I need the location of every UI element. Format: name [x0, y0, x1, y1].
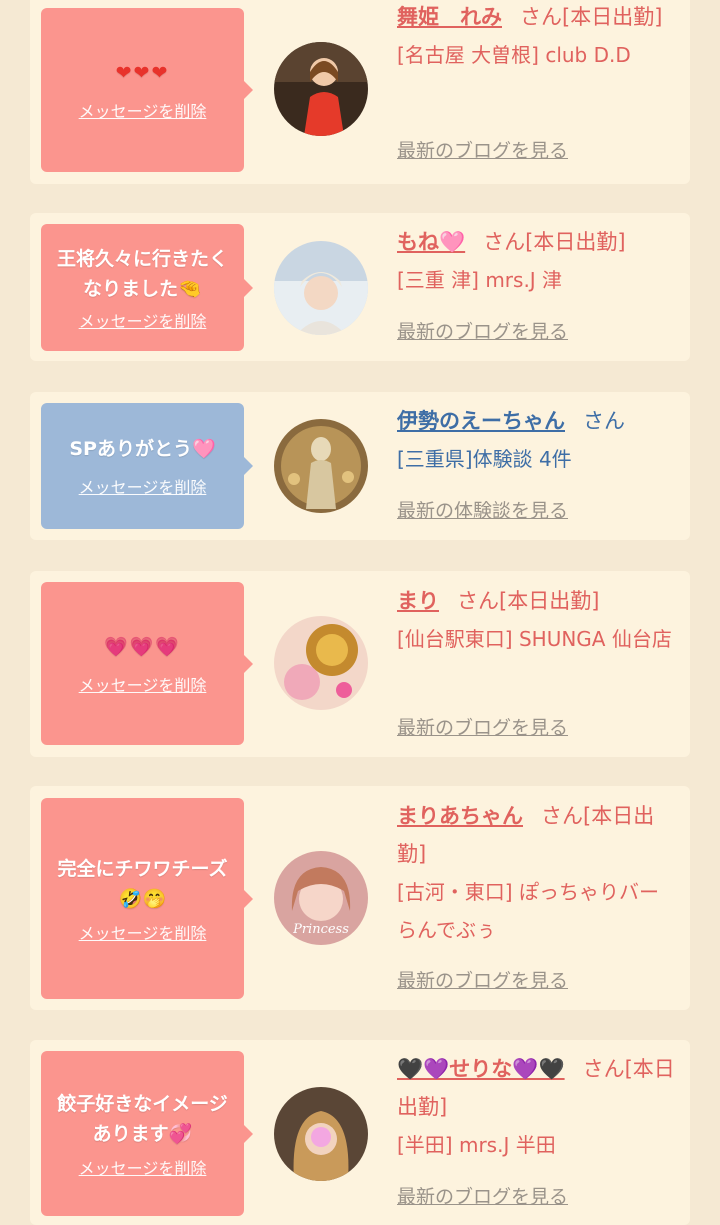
sender-status: さん[本日出勤]: [457, 589, 600, 613]
message-bubble: SPありがとう🩷 メッセージを削除: [41, 403, 253, 529]
delete-message-link[interactable]: メッセージを削除: [79, 308, 207, 332]
avatar[interactable]: [274, 616, 368, 710]
message-card: 王将久々に行きたくなりました🤏 メッセージを削除 もね🩷 さん[本日出勤] [三重…: [30, 213, 690, 361]
sender-name-link[interactable]: まり: [397, 589, 439, 613]
message-card: 完全にチワワチーズ🤣🤭 メッセージを削除 Princess まりあちゃん さん[本…: [30, 786, 690, 1010]
delete-message-link[interactable]: メッセージを削除: [79, 920, 207, 944]
shop-name: [名古屋 大曽根] club D.D: [397, 43, 631, 67]
shop-name: [三重県]体験談 4件: [397, 447, 572, 471]
message-text: SPありがとう🩷: [69, 438, 216, 460]
sender-name-link[interactable]: 🖤💜せりな💜🖤: [397, 1057, 565, 1081]
avatar[interactable]: [274, 1087, 368, 1181]
message-card: ❤❤❤ メッセージを削除 舞姫 れみ さん[本日出勤] [名古屋 大曽根] clu…: [30, 0, 690, 184]
message-card: SPありがとう🩷 メッセージを削除 伊勢のえーちゃん さん [三重県]体験談 4件…: [30, 392, 690, 540]
sender-info: 伊勢のえーちゃん さん [三重県]体験談 4件 最新の体験談を見る: [397, 402, 682, 522]
message-bubble: ❤❤❤ メッセージを削除: [41, 8, 253, 172]
message-text: ❤❤❤: [115, 62, 170, 84]
latest-blog-link[interactable]: 最新のブログを見る: [397, 136, 568, 163]
svg-text:Princess: Princess: [292, 922, 349, 937]
sender-info: まりあちゃん さん[本日出勤] [古河・東口] ぽっちゃりバー らんでぶぅ 最新の…: [397, 797, 682, 992]
sender-status: さん[本日出勤]: [520, 5, 663, 29]
message-text: 餃子好きなイメージあります💞: [57, 1092, 228, 1145]
message-bubble: 餃子好きなイメージあります💞 メッセージを削除: [41, 1051, 253, 1216]
sender-info: 🖤💜せりな💜🖤 さん[本日出勤] [半田] mrs.J 半田 最新のブログを見る: [397, 1050, 682, 1208]
shop-name: [三重 津] mrs.J 津: [397, 268, 563, 292]
message-card: 餃子好きなイメージあります💞 メッセージを削除 🖤💜せりな💜🖤 さん[本日出勤] …: [30, 1040, 690, 1225]
sender-name-link[interactable]: 伊勢のえーちゃん: [397, 409, 565, 433]
shop-name: [古河・東口] ぽっちゃりバー らんでぶぅ: [397, 880, 659, 942]
message-text: 完全にチワワチーズ🤣🤭: [57, 857, 228, 910]
latest-blog-link[interactable]: 最新のブログを見る: [397, 1182, 568, 1209]
sender-info: まり さん[本日出勤] [仙台駅東口] SHUNGA 仙台店 最新のブログを見る: [397, 582, 682, 739]
message-text: 王将久々に行きたくなりました🤏: [56, 247, 228, 300]
delete-message-link[interactable]: メッセージを削除: [79, 1155, 207, 1179]
delete-message-link[interactable]: メッセージを削除: [79, 98, 207, 122]
latest-blog-link[interactable]: 最新のブログを見る: [397, 713, 568, 740]
sender-status: さん[本日出勤]: [483, 230, 626, 254]
shop-name: [仙台駅東口] SHUNGA 仙台店: [397, 627, 672, 651]
avatar[interactable]: [274, 42, 368, 136]
message-text: 💗💗💗: [104, 635, 181, 658]
message-bubble: 💗💗💗 メッセージを削除: [41, 582, 253, 745]
delete-message-link[interactable]: メッセージを削除: [79, 672, 207, 696]
sender-info: 舞姫 れみ さん[本日出勤] [名古屋 大曽根] club D.D 最新のブログを…: [397, 0, 682, 162]
sender-status: さん: [583, 409, 625, 433]
sender-name-link[interactable]: もね🩷: [397, 230, 465, 254]
latest-blog-link[interactable]: 最新のブログを見る: [397, 966, 568, 993]
delete-message-link[interactable]: メッセージを削除: [79, 474, 207, 498]
latest-review-link[interactable]: 最新の体験談を見る: [397, 496, 568, 523]
sender-name-link[interactable]: まりあちゃん: [397, 804, 523, 828]
avatar[interactable]: [274, 241, 368, 335]
shop-name: [半田] mrs.J 半田: [397, 1133, 556, 1157]
message-bubble: 王将久々に行きたくなりました🤏 メッセージを削除: [41, 224, 253, 351]
message-bubble: 完全にチワワチーズ🤣🤭 メッセージを削除: [41, 798, 253, 999]
sender-name-link[interactable]: 舞姫 れみ: [397, 5, 502, 29]
avatar[interactable]: [274, 419, 368, 513]
message-list: ❤❤❤ メッセージを削除 舞姫 れみ さん[本日出勤] [名古屋 大曽根] clu…: [0, 0, 720, 1225]
message-card: 💗💗💗 メッセージを削除 まり さん[本日出勤] [仙台駅東口] SHUNGA 仙…: [30, 571, 690, 757]
avatar[interactable]: Princess: [274, 851, 368, 945]
sender-info: もね🩷 さん[本日出勤] [三重 津] mrs.J 津 最新のブログを見る: [397, 223, 682, 343]
latest-blog-link[interactable]: 最新のブログを見る: [397, 317, 568, 344]
